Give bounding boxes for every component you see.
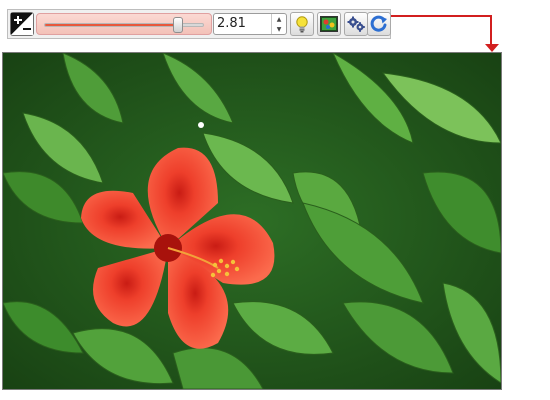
exposure-slider[interactable]: [36, 13, 212, 35]
hibiscus-photo: [3, 53, 501, 389]
arrow-down-icon: [485, 44, 499, 52]
slider-handle[interactable]: [173, 17, 184, 33]
refresh-icon: [370, 15, 388, 33]
settings-button[interactable]: [344, 12, 368, 36]
photo-preview: [2, 52, 502, 390]
lightbulb-button[interactable]: [290, 12, 314, 36]
exposure-button[interactable]: [10, 12, 34, 36]
slider-fill: [45, 24, 177, 26]
exposure-plus-minus-icon: [11, 13, 33, 35]
increment-button[interactable]: ▲: [272, 14, 286, 24]
exposure-value-stepper: ▲ ▼: [213, 13, 287, 35]
color-picture-button[interactable]: [317, 12, 341, 36]
toolbar: ▲ ▼: [7, 9, 391, 39]
reset-button[interactable]: [367, 12, 391, 36]
white-speck: [198, 122, 204, 128]
lightbulb-icon: [294, 15, 310, 33]
annotation-connector-line: [391, 15, 492, 45]
picture-icon: [320, 16, 338, 32]
stepper-buttons: ▲ ▼: [271, 14, 286, 34]
gears-icon: [347, 15, 365, 33]
decrement-button[interactable]: ▼: [272, 24, 286, 34]
exposure-value-input[interactable]: [217, 14, 267, 34]
